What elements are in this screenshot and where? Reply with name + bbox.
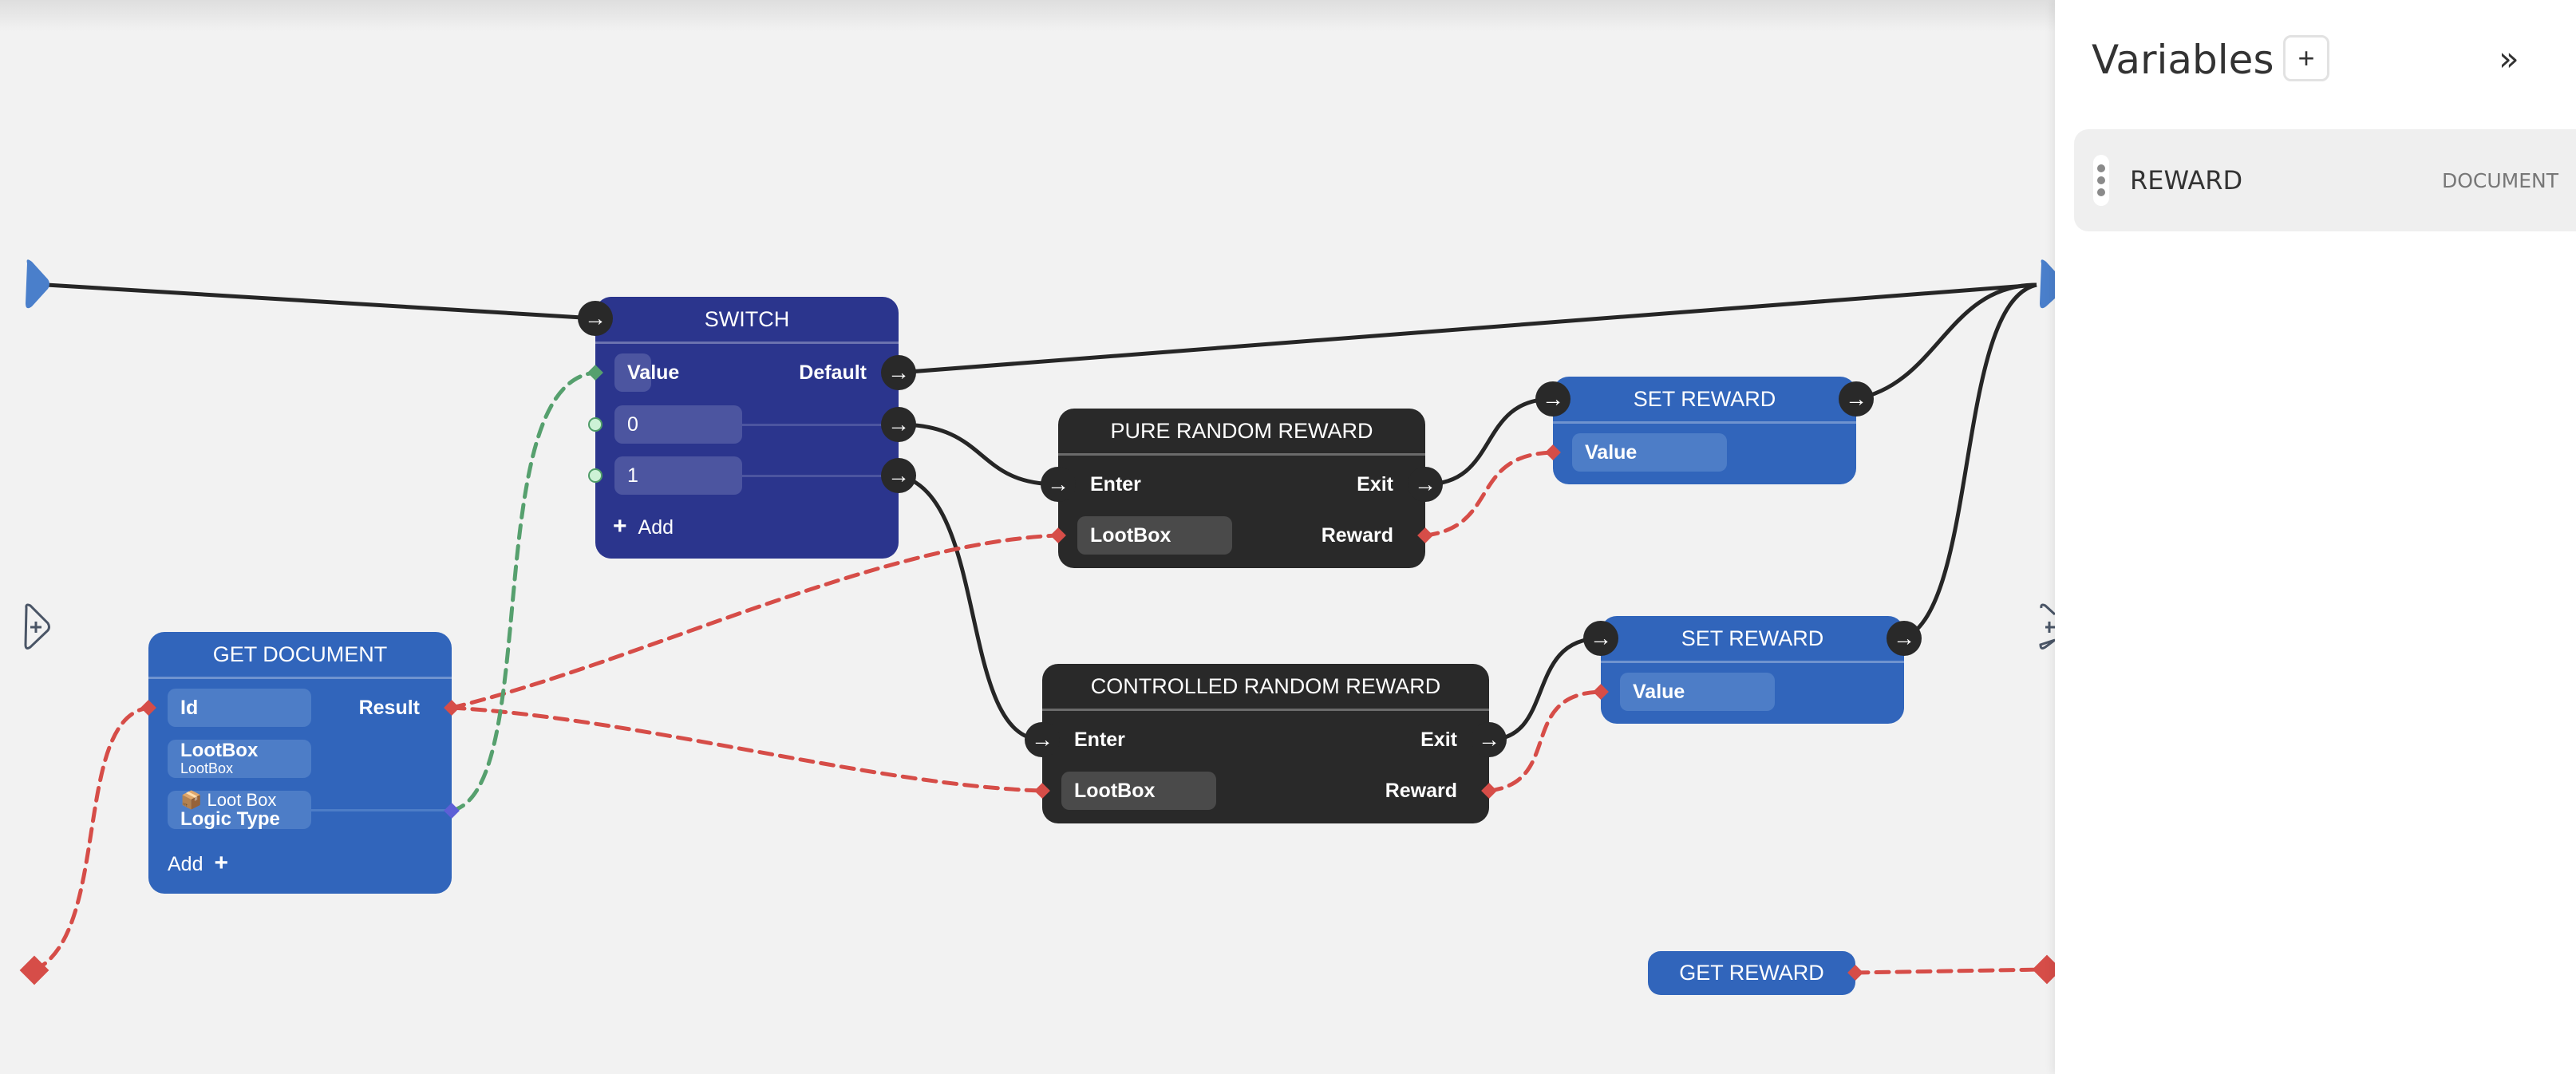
set-reward-2-value-field[interactable]: Value — [1620, 673, 1775, 711]
box-emoji-icon: 📦 — [180, 790, 203, 810]
switch-title: SWITCH — [595, 297, 899, 344]
get-document-title: GET DOCUMENT — [148, 632, 452, 679]
switch-add-label: Add — [638, 516, 674, 539]
wires-layer — [19, 259, 2055, 985]
controlled-random-lootbox-field[interactable]: LootBox — [1061, 772, 1216, 810]
get-reward-node[interactable]: GET REWARD — [1648, 951, 1855, 995]
switch-add-button[interactable]: + Add — [613, 511, 674, 543]
controlled-random-title: CONTROLLED RANDOM REWARD — [1042, 664, 1489, 711]
flow-wire-set1-to-exit — [1855, 282, 2037, 401]
variables-panel: Variables + » REWARD DOCUMENT — [2055, 0, 2576, 1074]
pure-random-enter-label: Enter — [1090, 473, 1141, 496]
flow-exit-triangle[interactable] — [2040, 259, 2055, 309]
data-wire-getreward-to-output — [1853, 967, 2045, 975]
variable-item[interactable]: REWARD DOCUMENT — [2074, 129, 2576, 231]
pure-random-enter-port[interactable]: → — [1041, 467, 1076, 502]
data-wire-result-to-pure — [449, 533, 1061, 710]
flow-wire-set2-to-exit — [1902, 282, 2037, 641]
flow-entry-triangle[interactable] — [26, 259, 49, 309]
set-reward-1-in-port[interactable]: → — [1535, 381, 1570, 417]
set-reward-2-title: SET REWARD — [1601, 616, 1904, 663]
plus-icon: + — [613, 513, 627, 539]
set-reward-node-1[interactable]: SET REWARD Value — [1553, 377, 1856, 484]
switch-case-1-port[interactable] — [588, 468, 603, 483]
pure-random-reward-node[interactable]: PURE RANDOM REWARD Enter Exit LootBox Re… — [1058, 409, 1425, 568]
get-document-result-label: Result — [358, 697, 420, 719]
set-reward-2-out-port[interactable]: → — [1887, 621, 1922, 656]
switch-case-0-input[interactable]: 0 — [614, 405, 742, 444]
add-output-icon[interactable] — [2039, 603, 2055, 650]
set-reward-node-2[interactable]: SET REWARD Value — [1601, 616, 1904, 724]
switch-case-0-port[interactable] — [588, 417, 603, 432]
plus-icon: + — [214, 850, 229, 876]
flow-wire-case1-to-controlled — [898, 473, 1043, 742]
switch-value-label: Value — [627, 361, 680, 384]
pure-random-reward-label: Reward — [1321, 524, 1393, 547]
logic-type-line — [308, 809, 452, 811]
variable-name: REWARD — [2130, 165, 2243, 195]
pure-random-exit-label: Exit — [1357, 473, 1393, 496]
data-wire-result-to-controlled — [449, 705, 1045, 793]
variable-type: DOCUMENT — [2441, 169, 2558, 192]
get-document-collection-field[interactable]: LootBox LootBox — [168, 740, 311, 778]
graph-canvas[interactable]: SWITCH Value Default 0 1 + Add → → → → GE… — [0, 0, 2055, 1074]
switch-case-1-input[interactable]: 1 — [614, 456, 742, 495]
flow-wire-default-to-exit — [898, 282, 2037, 375]
pure-random-lootbox-field[interactable]: LootBox — [1077, 516, 1232, 555]
add-input-icon[interactable] — [24, 603, 50, 650]
data-wire-logictype-to-switch — [449, 370, 598, 813]
get-document-logic-type-field[interactable]: 📦 Loot Box Logic Type — [168, 791, 311, 829]
controlled-random-exit-port[interactable]: → — [1472, 722, 1507, 757]
controlled-random-reward-label: Reward — [1385, 780, 1457, 802]
get-reward-title: GET REWARD — [1679, 961, 1824, 985]
data-wire-input-to-id — [32, 705, 151, 973]
controlled-random-enter-port[interactable]: → — [1025, 722, 1060, 757]
get-document-add-label: Add — [168, 853, 203, 875]
set-reward-2-in-port[interactable]: → — [1583, 621, 1618, 656]
switch-default-label: Default — [799, 361, 867, 384]
controlled-random-exit-label: Exit — [1420, 729, 1457, 751]
collection-label: LootBox — [180, 740, 259, 761]
flow-wire-start-to-switch — [45, 282, 596, 321]
logic-type-label: Logic Type — [180, 808, 280, 830]
controlled-random-reward-node[interactable]: CONTROLLED RANDOM REWARD Enter Exit Loot… — [1042, 664, 1489, 823]
get-document-add-button[interactable]: Add + — [168, 847, 228, 880]
collapse-panel-icon[interactable]: » — [2499, 37, 2519, 81]
get-document-id-field[interactable]: Id — [168, 689, 311, 727]
variables-title: Variables — [2092, 37, 2274, 83]
pure-random-title: PURE RANDOM REWARD — [1058, 409, 1425, 456]
data-input-diamond[interactable] — [19, 955, 49, 985]
switch-case-1-out-port[interactable]: → — [881, 458, 916, 493]
collection-sub: LootBox — [180, 760, 234, 776]
switch-case-0-out-port[interactable]: → — [881, 407, 916, 442]
get-document-node[interactable]: GET DOCUMENT Id Result LootBox LootBox 📦… — [148, 632, 452, 894]
data-output-diamond[interactable] — [2032, 954, 2055, 985]
switch-flow-in-port[interactable]: → — [578, 301, 613, 336]
switch-case-line — [739, 475, 883, 477]
flow-wire-case0-to-pure — [898, 422, 1059, 487]
switch-default-out-port[interactable]: → — [881, 355, 916, 390]
switch-case-line — [739, 424, 883, 426]
add-variable-button[interactable]: + — [2283, 35, 2329, 81]
flow-wire-pure-to-set1 — [1424, 397, 1554, 487]
switch-node[interactable]: SWITCH Value Default 0 1 + Add — [595, 297, 899, 559]
set-reward-1-value-field[interactable]: Value — [1572, 433, 1727, 472]
set-reward-1-title: SET REWARD — [1553, 377, 1856, 424]
pure-random-exit-port[interactable]: → — [1408, 467, 1443, 502]
logic-type-value: Loot Box — [207, 790, 277, 810]
data-wire-pure-to-set1 — [1423, 450, 1555, 538]
controlled-random-enter-label: Enter — [1074, 729, 1125, 751]
set-reward-1-out-port[interactable]: → — [1839, 381, 1874, 417]
drag-handle-icon[interactable] — [2093, 155, 2109, 206]
